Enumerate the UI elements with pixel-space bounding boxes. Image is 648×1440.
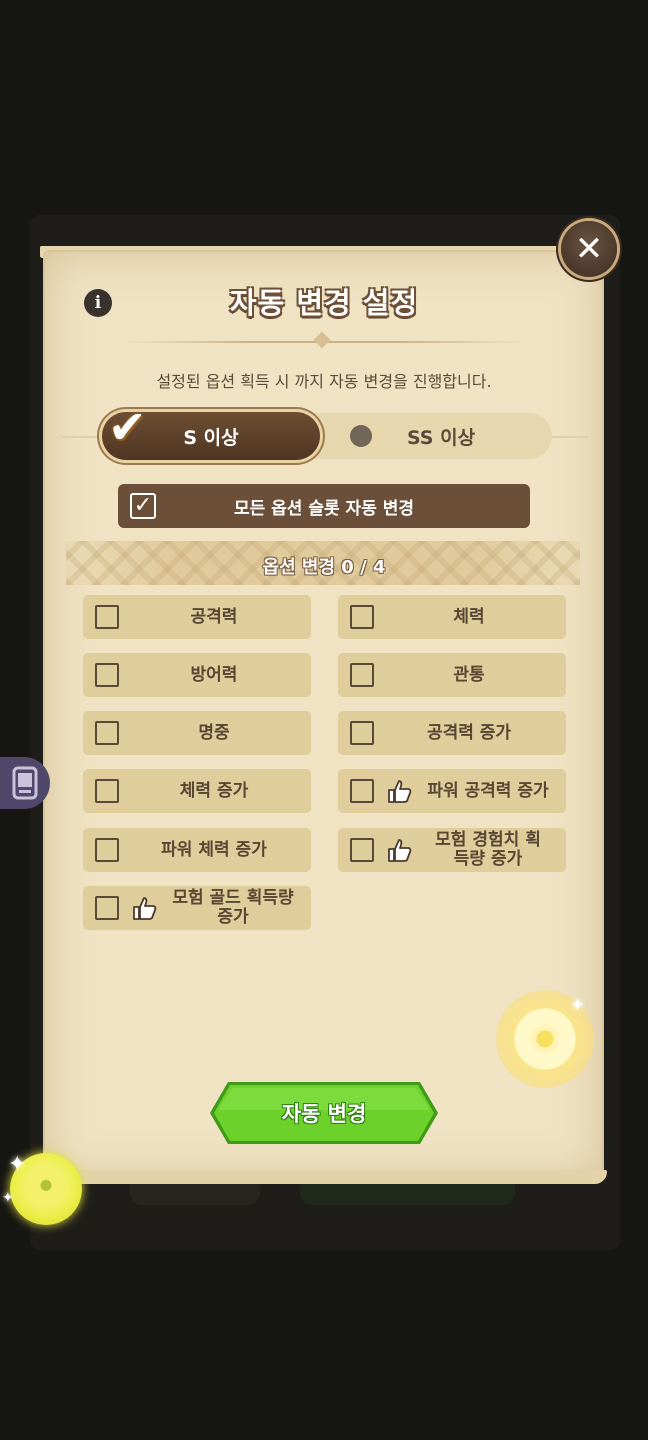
option-label: 방어력 xyxy=(190,664,238,685)
close-button[interactable]: ✕ xyxy=(561,221,617,277)
option-label: 관통 xyxy=(453,664,485,685)
toggle-ornament-right xyxy=(550,436,588,438)
toggle-ornament-left xyxy=(62,436,102,438)
option-power-attack-increase[interactable]: 파워 공격력 증가 xyxy=(338,769,566,813)
checkbox-checked-icon: ✓ xyxy=(130,493,156,519)
sparkle-icon: ✦ xyxy=(2,1190,14,1206)
checkbox-icon xyxy=(350,721,374,745)
checkbox-icon xyxy=(350,663,374,687)
option-label: 모험 골드 획득량 증가 xyxy=(172,888,294,927)
option-hp-increase[interactable]: 체력 증가 xyxy=(83,769,311,813)
option-label: 공격력 xyxy=(190,606,238,627)
sparkle-icon: ✦ xyxy=(8,1152,27,1177)
option-label: 파워 공격력 증가 xyxy=(427,780,549,801)
close-icon: ✕ xyxy=(574,229,604,269)
check-icon: ✔ xyxy=(108,400,147,454)
option-label: 파워 체력 증가 xyxy=(161,839,267,860)
all-slots-auto-change-checkbox[interactable]: ✓ 모든 옵션 슬롯 자동 변경 xyxy=(118,484,530,528)
option-accuracy[interactable]: 명중 xyxy=(83,711,311,755)
checkbox-icon xyxy=(350,779,374,803)
option-power-hp-increase[interactable]: 파워 체력 증가 xyxy=(83,828,311,872)
thumbs-up-icon xyxy=(133,897,157,920)
panel-edge-bottom xyxy=(42,1170,607,1184)
all-slots-label: 모든 옵션 슬롯 자동 변경 xyxy=(233,498,415,519)
dialog-title: 자동 변경 설정 xyxy=(229,286,419,320)
checkbox-icon xyxy=(95,605,119,629)
grade-option-s-label: S 이상 xyxy=(183,426,239,449)
option-adventure-gold-increase[interactable]: 모험 골드 획득량 증가 xyxy=(83,886,311,930)
checkbox-icon xyxy=(95,896,119,920)
option-penetration[interactable]: 관통 xyxy=(338,653,566,697)
thumbs-up-icon xyxy=(388,780,412,803)
option-attack-increase[interactable]: 공격력 증가 xyxy=(338,711,566,755)
option-label: 명중 xyxy=(198,722,230,743)
options-count-label: 옵션 변경 0 / 4 xyxy=(262,557,386,578)
thumbs-up-icon xyxy=(388,839,412,862)
device-icon xyxy=(12,766,38,800)
checkbox-icon xyxy=(350,605,374,629)
grade-option-ss-label: SS 이상 xyxy=(406,426,476,449)
option-label: 모험 경험치 획득량 증가 xyxy=(435,830,541,869)
checkbox-icon xyxy=(350,838,374,862)
checkbox-icon xyxy=(95,838,119,862)
checkbox-icon xyxy=(95,663,119,687)
side-menu-tab[interactable] xyxy=(0,757,50,809)
option-label: 체력 xyxy=(453,606,485,627)
option-adventure-exp-increase[interactable]: 모험 경험치 획득량 증가 xyxy=(338,828,566,872)
dialog-subtitle: 설정된 옵션 획득 시 까지 자동 변경을 진행합니다. xyxy=(156,372,492,391)
sparkle-icon: ✦ xyxy=(570,995,586,1016)
option-label: 체력 증가 xyxy=(179,780,249,801)
option-label: 공격력 증가 xyxy=(426,722,512,743)
auto-change-button-label: 자동 변경 xyxy=(281,1102,367,1126)
option-attack[interactable]: 공격력 xyxy=(83,595,311,639)
checkbox-icon xyxy=(95,721,119,745)
option-defense[interactable]: 방어력 xyxy=(83,653,311,697)
option-hp[interactable]: 체력 xyxy=(338,595,566,639)
checkbox-icon xyxy=(95,779,119,803)
grade-option-ss[interactable]: SS 이상 xyxy=(330,413,552,459)
